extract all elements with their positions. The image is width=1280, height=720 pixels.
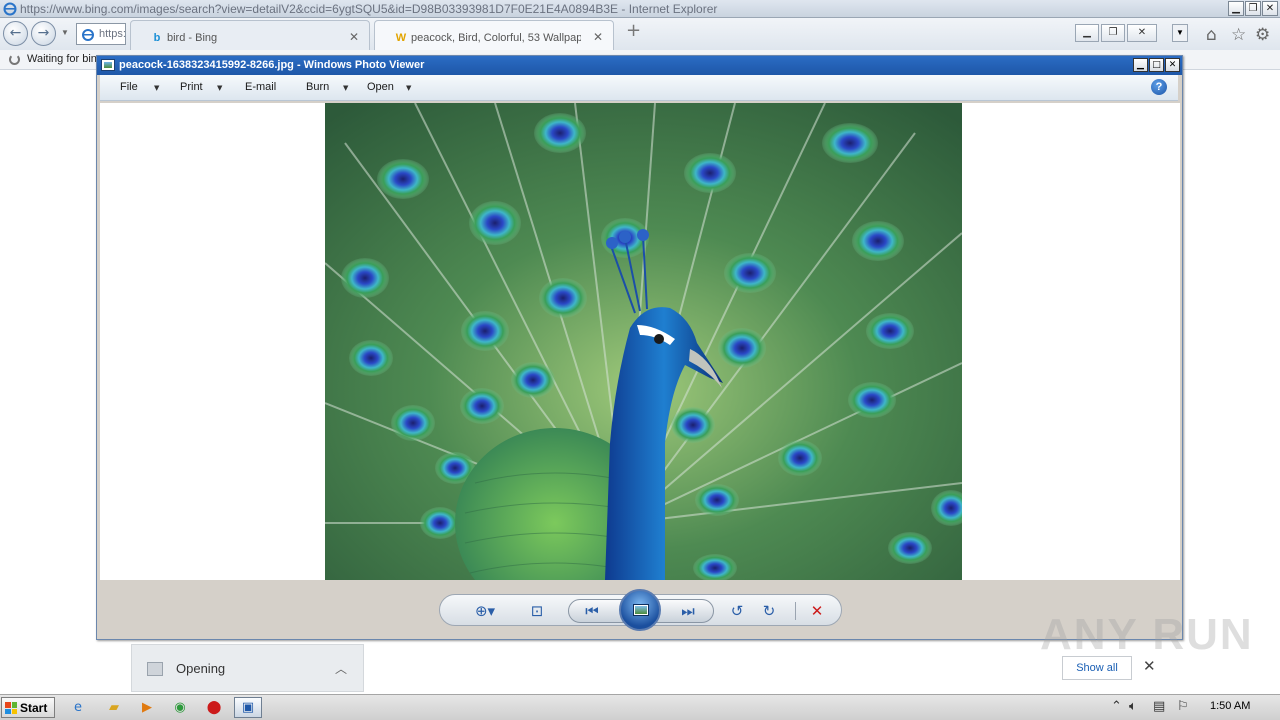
delete-icon[interactable]: ✕ bbox=[806, 601, 828, 621]
ie-close-button[interactable]: ✕ bbox=[1262, 1, 1278, 16]
show-all-button[interactable]: Show all bbox=[1062, 656, 1132, 680]
address-bar[interactable]: https: bbox=[76, 23, 126, 45]
image-file-icon bbox=[147, 662, 163, 676]
ie-inner-close-button[interactable]: ✕ bbox=[1127, 24, 1157, 42]
tab-bird-bing[interactable]: b bird - Bing ✕ bbox=[130, 20, 370, 50]
print-caret-icon[interactable]: ▼ bbox=[217, 84, 222, 92]
bing-icon: b bbox=[153, 32, 161, 44]
next-icon[interactable]: ⏭ bbox=[676, 601, 700, 621]
ie-titlebar: https://www.bing.com/images/search?view=… bbox=[0, 0, 1280, 18]
ie-minimize-button[interactable]: ▁ bbox=[1228, 1, 1244, 16]
photo-viewer-window: peacock-1638323415992-8266.jpg - Windows… bbox=[96, 55, 1183, 640]
new-tab-button[interactable]: + bbox=[626, 20, 641, 41]
taskbar-opera-icon[interactable]: ⬤ bbox=[200, 697, 228, 718]
toolbar-divider bbox=[795, 602, 796, 620]
start-label: Start bbox=[20, 701, 48, 715]
taskbar-explorer-icon[interactable]: ▰ bbox=[100, 697, 128, 718]
taskbar-photo-viewer-icon[interactable]: ▣ bbox=[234, 697, 262, 718]
windows-logo-icon bbox=[5, 702, 17, 714]
taskbar: Start e ▰ ▶ ◉ ⬤ ▣ ⌃ 🔈︎ ▤ ⚐ 1:50 AM bbox=[0, 694, 1280, 720]
ie-window-title: https://www.bing.com/images/search?view=… bbox=[20, 2, 718, 16]
taskbar-clock[interactable]: 1:50 AM bbox=[1210, 700, 1250, 712]
favorites-star-icon[interactable]: ☆ bbox=[1231, 25, 1246, 45]
photo-canvas bbox=[100, 103, 1180, 580]
pv-close-button[interactable]: ✕ bbox=[1165, 58, 1180, 72]
pv-minimize-button[interactable]: ▁ bbox=[1133, 58, 1148, 72]
photo-viewer-titlebar[interactable]: peacock-1638323415992-8266.jpg - Windows… bbox=[97, 56, 1182, 75]
action-center-flag-icon[interactable]: ⚐ bbox=[1177, 699, 1189, 714]
taskbar-ie-icon[interactable]: e bbox=[64, 697, 92, 718]
previous-icon[interactable]: ⏮ bbox=[580, 601, 604, 621]
menu-print[interactable]: Print bbox=[180, 81, 203, 93]
ie-inner-restore-button[interactable]: ❐ bbox=[1101, 24, 1125, 42]
taskbar-media-player-icon[interactable]: ▶ bbox=[133, 697, 161, 718]
tab-close-icon[interactable]: ✕ bbox=[593, 30, 603, 44]
menu-open[interactable]: Open bbox=[367, 81, 394, 93]
history-dropdown-icon[interactable]: ▼ bbox=[61, 28, 69, 37]
slideshow-button[interactable] bbox=[619, 589, 661, 631]
download-item[interactable]: Opening ︿ bbox=[131, 644, 364, 692]
tray-expand-icon[interactable]: ⌃ bbox=[1111, 699, 1122, 714]
chevron-up-icon[interactable]: ︿ bbox=[335, 660, 347, 677]
tab-label: peacock, Bird, Colorful, 53 Wallpapers bbox=[411, 32, 581, 44]
photo-viewer-app-icon bbox=[101, 59, 115, 71]
wallpaper-site-icon: W bbox=[395, 32, 407, 44]
photo-viewer-controls: ⊕▾ ⊡ ⏮ ⏭ ↺ ↻ ✕ bbox=[439, 589, 842, 631]
volume-icon[interactable]: 🔈︎ bbox=[1129, 699, 1137, 714]
network-icon[interactable]: ▤ bbox=[1153, 699, 1165, 714]
peacock-photo bbox=[325, 103, 962, 580]
help-icon[interactable]: ? bbox=[1151, 79, 1167, 95]
status-text: Waiting for bin bbox=[27, 53, 97, 65]
photo-viewer-menubar: File ▼ Print ▼ E-mail Burn ▼ Open ▼ ? bbox=[100, 75, 1178, 101]
tab-close-icon[interactable]: ✕ bbox=[349, 30, 359, 44]
rotate-left-icon[interactable]: ↺ bbox=[726, 601, 748, 621]
ie-logo-icon bbox=[3, 2, 17, 16]
close-downloads-icon[interactable]: ✕ bbox=[1143, 657, 1156, 675]
start-button[interactable]: Start bbox=[1, 697, 55, 718]
open-caret-icon[interactable]: ▼ bbox=[406, 84, 411, 92]
menu-burn[interactable]: Burn bbox=[306, 81, 329, 93]
menu-file[interactable]: File bbox=[120, 81, 138, 93]
ie-restore-button[interactable]: ❐ bbox=[1245, 1, 1261, 16]
pv-maximize-button[interactable]: □ bbox=[1149, 58, 1164, 72]
tools-gear-icon[interactable]: ⚙ bbox=[1255, 25, 1270, 45]
download-status: Opening bbox=[176, 661, 226, 676]
loading-spinner-icon bbox=[9, 54, 20, 65]
back-button[interactable]: ← bbox=[3, 21, 28, 46]
burn-caret-icon[interactable]: ▼ bbox=[343, 84, 348, 92]
ie-inner-minimize-button[interactable]: ▁ bbox=[1075, 24, 1099, 42]
home-icon[interactable]: ⌂ bbox=[1206, 25, 1217, 45]
tab-peacock-wallpapers[interactable]: W peacock, Bird, Colorful, 53 Wallpapers… bbox=[374, 20, 614, 50]
scroll-dropdown-button[interactable]: ▼ bbox=[1172, 24, 1188, 42]
file-caret-icon[interactable]: ▼ bbox=[154, 84, 159, 92]
forward-button[interactable]: → bbox=[31, 21, 56, 46]
ie-page-icon bbox=[82, 29, 94, 41]
menu-email[interactable]: E-mail bbox=[245, 81, 276, 93]
taskbar-chrome-icon[interactable]: ◉ bbox=[166, 697, 194, 718]
rotate-right-icon[interactable]: ↻ bbox=[758, 601, 780, 621]
actual-size-icon[interactable]: ⊡ bbox=[526, 601, 548, 621]
anyrun-watermark: ANY RUN bbox=[1040, 610, 1254, 659]
tab-label: bird - Bing bbox=[167, 32, 218, 44]
photo-viewer-title: peacock-1638323415992-8266.jpg - Windows… bbox=[119, 59, 425, 71]
address-text: https: bbox=[99, 28, 126, 40]
zoom-icon[interactable]: ⊕▾ bbox=[468, 601, 502, 621]
